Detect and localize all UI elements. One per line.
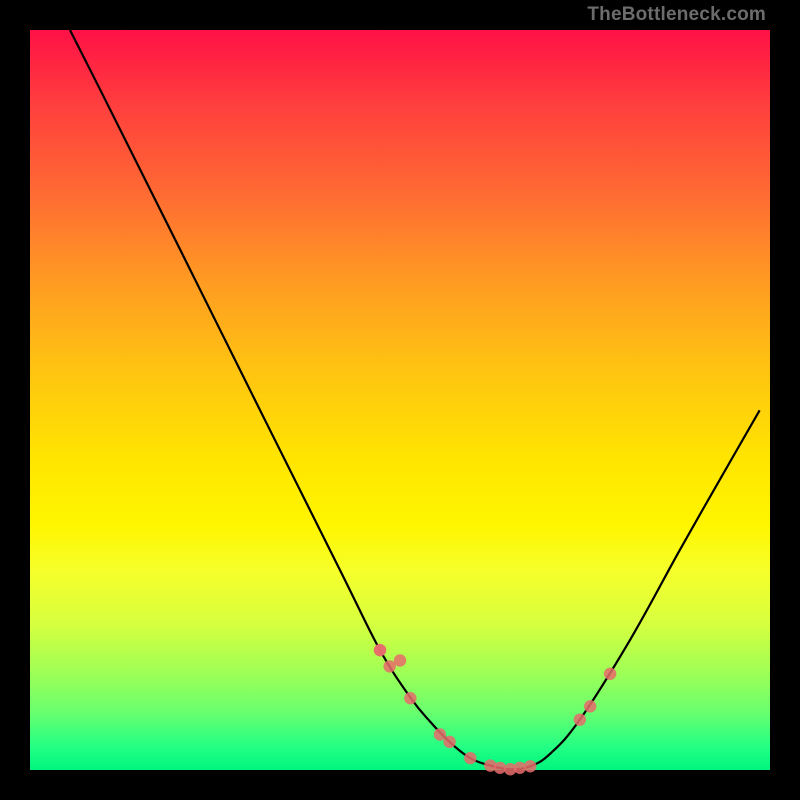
data-point: [584, 700, 596, 712]
points-group: [374, 644, 617, 776]
data-point: [404, 692, 416, 704]
data-point: [394, 654, 406, 666]
plot-area: [30, 30, 770, 770]
data-point: [374, 644, 386, 656]
data-point: [383, 660, 395, 672]
data-point: [604, 668, 616, 680]
chart-svg: [30, 30, 770, 770]
curve-line-group: [70, 30, 760, 769]
data-point: [464, 752, 476, 764]
watermark-text: TheBottleneck.com: [587, 4, 766, 26]
bottleneck-curve: [70, 30, 760, 769]
chart-frame: TheBottleneck.com: [0, 0, 800, 800]
data-point: [524, 760, 536, 772]
data-point: [574, 713, 586, 725]
data-point: [443, 736, 455, 748]
